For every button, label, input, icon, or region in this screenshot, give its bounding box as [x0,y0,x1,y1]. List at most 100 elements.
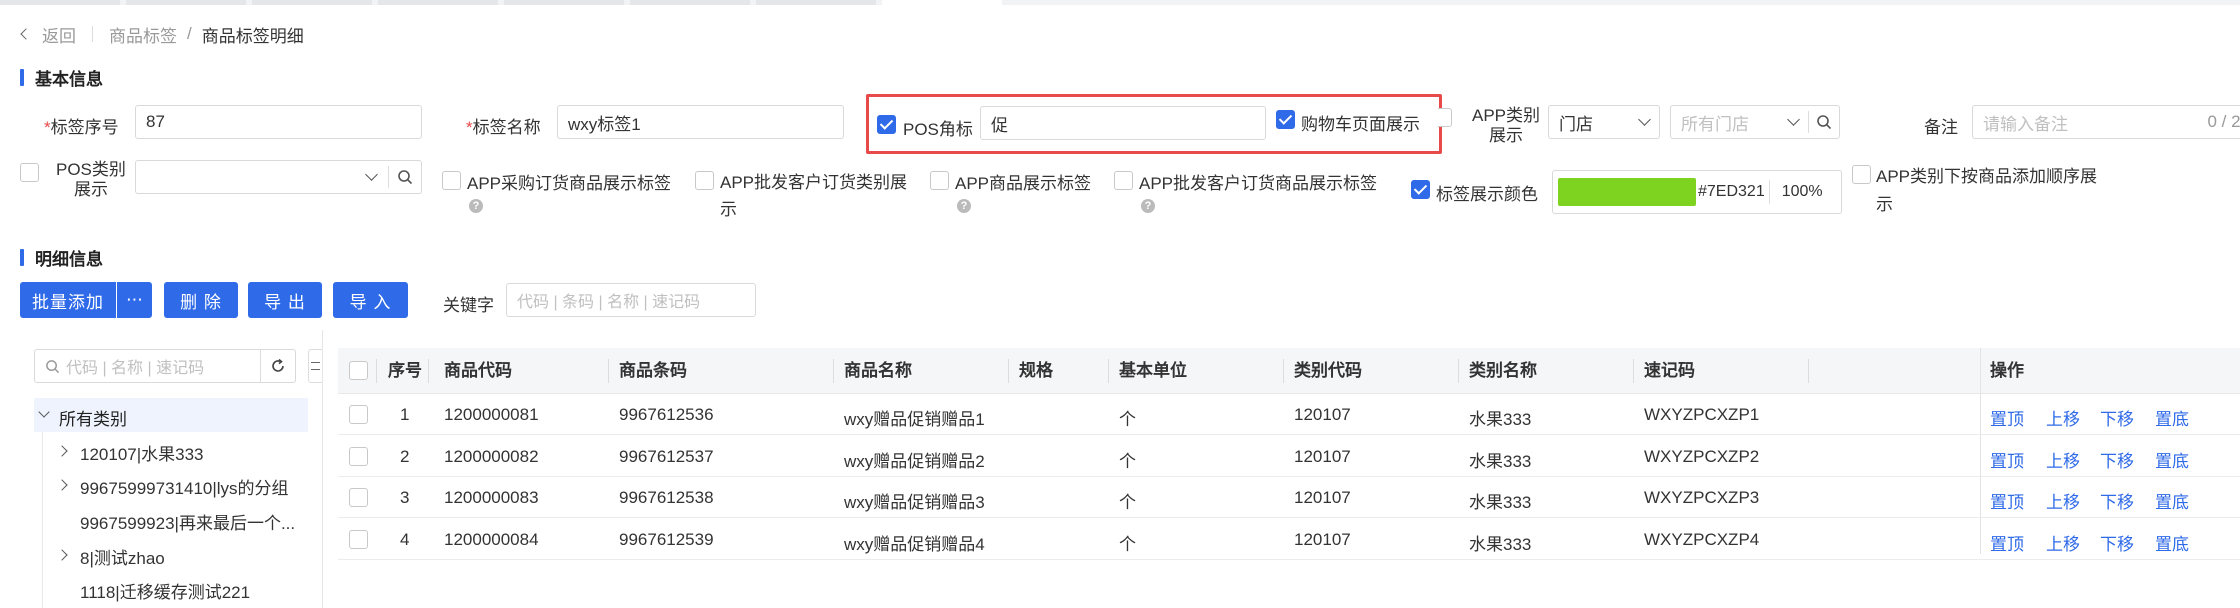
app-category-label: APP类别 展示 [1472,106,1541,145]
more-button[interactable]: ⋯ [117,282,152,318]
chevron-down-icon [1638,113,1651,126]
row-checkbox[interactable] [349,488,368,507]
col-header-code[interactable]: 商品代码 [444,348,512,394]
tree-item[interactable]: 8|测试zhao [56,542,308,570]
app-goods-label: APP商品展示标签 [955,174,1092,193]
move-down-button[interactable]: 下移 [2100,405,2134,430]
row-checkbox[interactable] [349,446,368,466]
app-wholesale-goods-checkbox[interactable] [1114,171,1133,190]
tree-search-input[interactable]: 代码 | 名称 | 速记码 [34,349,296,383]
col-header-barcode[interactable]: 商品条码 [619,348,687,394]
cell-cat-name: 水果333 [1469,451,1532,471]
tag-color-picker[interactable]: #7ED321 100% [1552,170,1842,214]
help-icon[interactable]: ? [957,199,971,213]
bottom-button[interactable]: 置底 [2155,447,2189,472]
app-purchase-checkbox[interactable] [442,171,461,190]
help-icon[interactable]: ? [1141,199,1155,213]
top-button[interactable]: 置顶 [1990,405,2024,430]
cell-code: 1200000082 [444,446,539,466]
pos-category-checkbox[interactable] [20,163,39,182]
remark-count: 0 / 25 [2207,112,2240,131]
move-up-button[interactable]: 上移 [2046,405,2080,430]
bottom-button[interactable]: 置底 [2155,488,2189,513]
col-header-no[interactable]: 序号 [388,348,422,394]
remark-input[interactable]: 请输入备注0 / 25 [1972,105,2240,139]
header-divider [1633,359,1634,383]
move-down-button[interactable]: 下移 [2100,530,2134,555]
app-wholesale-category-checkbox[interactable] [695,171,714,190]
tag-no-input[interactable]: 87 [135,105,422,139]
move-up-button[interactable]: 上移 [2046,447,2080,472]
cell-no: 1 [400,405,410,424]
tag-name-input[interactable]: wxy标签1 [557,105,844,139]
breadcrumb-parent[interactable]: 商品标签 [109,22,177,47]
move-up-button[interactable]: 上移 [2046,530,2080,555]
pos-category-label: POS类别 展示 [56,160,126,199]
breadcrumb: 返回 商品标签 / 商品标签明细 [20,22,304,47]
import-button[interactable]: 导 入 [333,282,408,318]
delete-button[interactable]: 删 除 [164,282,238,318]
tag-name-label: *标签名称 [466,118,541,137]
move-down-button[interactable]: 下移 [2100,488,2134,513]
collapse-panel-icon[interactable] [308,349,322,383]
row-checkbox[interactable] [349,529,368,549]
col-header-spec[interactable]: 规格 [1019,348,1053,394]
search-icon[interactable] [389,169,421,185]
app-goods-checkbox[interactable] [930,171,949,190]
select-all-checkbox[interactable] [349,361,368,380]
col-header-cat-code[interactable]: 类别代码 [1294,348,1362,394]
tab-strip [0,0,2240,5]
store-select[interactable]: 门店 [1548,105,1660,139]
search-icon[interactable] [1809,114,1839,130]
tree-item[interactable]: 99675999731410|lys的分组 [56,472,308,500]
move-down-button[interactable]: 下移 [2100,447,2134,472]
all-stores-select[interactable]: 所有门店 [1670,105,1840,139]
cell-cat-name: 水果333 [1469,493,1532,512]
keyword-input[interactable]: 代码 | 条码 | 名称 | 速记码 [506,283,756,317]
search-icon [46,359,60,373]
cell-no: 4 [400,529,410,549]
cell-barcode: 9967612537 [619,446,714,466]
top-button[interactable]: 置顶 [1990,488,2024,513]
col-header-cat-name[interactable]: 类别名称 [1469,348,1537,394]
keyword-label: 关键字 [443,296,494,315]
pos-category-select[interactable] [135,160,422,194]
app-category-checkbox[interactable] [1438,108,1452,127]
tree-item[interactable]: 9967599923|再来最后一个... [58,507,308,535]
top-button[interactable]: 置顶 [1990,447,2024,472]
app-wholesale-goods-label: APP批发客户订货商品展示标签 [1139,174,1378,193]
bottom-button[interactable]: 置底 [2155,405,2189,430]
refresh-icon[interactable] [261,358,295,374]
top-button[interactable]: 置顶 [1990,530,2024,555]
back-button[interactable]: 返回 [20,22,76,47]
help-icon[interactable]: ? [469,199,483,213]
app-order-checkbox[interactable] [1852,165,1871,184]
tag-color-hex[interactable]: #7ED321 [1698,183,1765,201]
chevron-right-icon [56,479,68,491]
tag-color-checkbox[interactable] [1411,180,1430,199]
header-divider [428,359,429,383]
detail-info-title: 明细信息 [20,245,103,270]
row-checkbox[interactable] [349,405,368,424]
cell-name: wxy赠品促销赠品1 [844,410,985,429]
batch-add-button[interactable]: 批量添加 [20,282,116,318]
export-button[interactable]: 导 出 [248,282,322,318]
col-header-shortcode[interactable]: 速记码 [1644,348,1695,394]
cell-cat-code: 120107 [1294,446,1351,466]
tree-item[interactable]: 1118|迁移缓存测试221 [58,576,308,604]
breadcrumb-separator: / [187,24,192,43]
divider [92,26,93,42]
bottom-button[interactable]: 置底 [2155,530,2189,555]
color-swatch[interactable] [1558,178,1696,206]
tag-color-opacity[interactable]: 100% [1782,183,1823,201]
basic-info-title: 基本信息 [20,65,103,90]
tree-root[interactable]: 所有类别 [34,398,308,432]
move-up-button[interactable]: 上移 [2046,488,2080,513]
cell-name: wxy赠品促销赠品3 [844,493,985,512]
cell-unit: 个 [1119,451,1136,471]
cell-no: 2 [400,446,410,466]
col-header-name[interactable]: 商品名称 [844,348,912,394]
col-header-unit[interactable]: 基本单位 [1119,348,1187,394]
header-divider [1808,359,1809,383]
tree-item[interactable]: 120107|水果333 [56,438,308,466]
